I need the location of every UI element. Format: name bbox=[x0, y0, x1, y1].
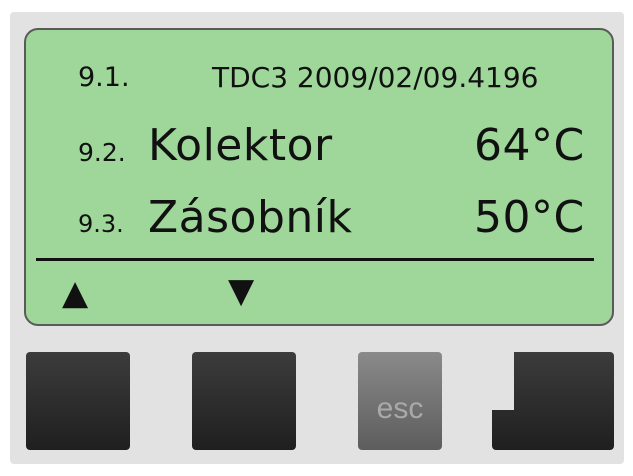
button-notch bbox=[492, 352, 514, 410]
collector-label: Kolektor bbox=[148, 120, 333, 171]
lcd-divider bbox=[36, 258, 594, 261]
firmware-version-text: TDC3 2009/02/09.4196 bbox=[212, 61, 539, 94]
arrow-up-icon: ▲ bbox=[62, 273, 89, 313]
up-button[interactable] bbox=[26, 352, 130, 450]
esc-button[interactable]: esc bbox=[358, 352, 442, 450]
lcd-screen: 9.1. TDC3 2009/02/09.4196 9.2. Kolektor … bbox=[24, 28, 614, 326]
storage-tank-label: Zásobník bbox=[148, 192, 353, 243]
row-number-9-1: 9.1. bbox=[78, 62, 130, 93]
row-number-9-3: 9.3. bbox=[78, 210, 124, 238]
ok-button[interactable] bbox=[492, 352, 614, 450]
row-number-9-2: 9.2. bbox=[78, 138, 126, 167]
down-button[interactable] bbox=[192, 352, 296, 450]
storage-tank-temperature: 50°C bbox=[474, 192, 585, 243]
arrow-down-icon: ▼ bbox=[228, 271, 255, 311]
esc-button-label: esc bbox=[376, 392, 424, 425]
collector-temperature: 64°C bbox=[474, 120, 585, 171]
